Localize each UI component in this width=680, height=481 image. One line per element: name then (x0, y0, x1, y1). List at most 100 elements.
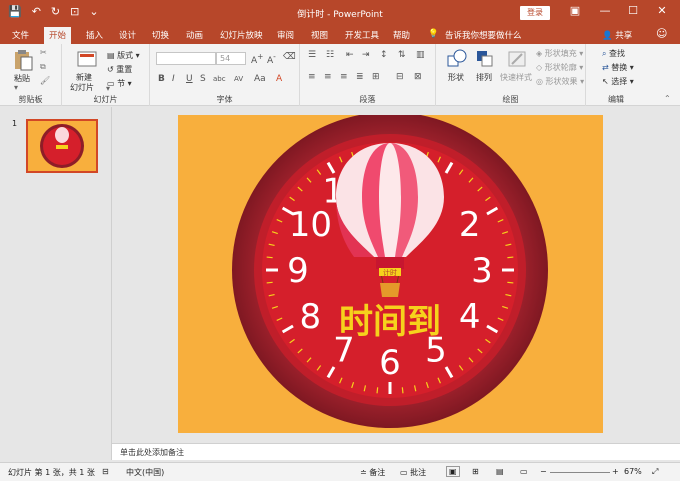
zoom-in-icon[interactable]: + (612, 467, 619, 476)
zoom-out-icon[interactable]: − (540, 467, 547, 476)
bullets-icon[interactable]: ☰ (308, 50, 316, 60)
section-button[interactable]: ▭ 节 ▾ (107, 78, 132, 89)
clipboard-group-label: 剪贴板 (18, 95, 43, 104)
align-right-icon[interactable]: ≡ (340, 72, 348, 82)
cut-icon[interactable]: ✂ (40, 48, 47, 57)
arrange-label[interactable]: 排列 (476, 72, 492, 83)
smiley-icon[interactable]: ☺ (656, 27, 667, 40)
slide-canvas[interactable]: 12234567891011 计时 时间到 (178, 115, 603, 433)
shadow-button[interactable]: abc (213, 75, 226, 83)
tab-animations[interactable]: 动画 (186, 29, 203, 41)
smartart-icon[interactable]: ⊠ (414, 72, 422, 82)
share-button[interactable]: 👤 共享 (602, 29, 632, 41)
new-slide-label-2[interactable]: 幻灯片 (70, 82, 94, 93)
editing-group: ⌕ 查找 ⇄ 替换 ▾ ↖ 选择 ▾ 编辑 (586, 44, 646, 106)
clock-number-4: 4 (459, 297, 481, 337)
increase-font-icon[interactable]: A+ (251, 52, 263, 66)
slide-thumbnail-pane: 1 (0, 107, 111, 460)
maximize-icon[interactable]: ☐ (623, 4, 643, 17)
text-direction-icon[interactable]: ⇅ (398, 50, 406, 60)
align-center-icon[interactable]: ≡ (324, 72, 332, 82)
find-button[interactable]: ⌕ 查找 (602, 48, 625, 59)
underline-button[interactable]: U (186, 74, 193, 84)
distributed-icon[interactable]: ⊞ (372, 72, 380, 82)
columns-icon[interactable]: ▥ (416, 50, 425, 60)
paste-dropdown-icon[interactable]: ▾ (14, 83, 18, 92)
decrease-indent-icon[interactable]: ⇤ (346, 50, 354, 60)
slide-counter: 幻灯片 第 1 张，共 1 张 (8, 468, 95, 477)
paragraph-group: ☰ ☷ ⇤ ⇥ ↕ ⇅ ▥ ≡ ≡ ≡ ≣ ⊞ ⊟ ⊠ 段落 (300, 44, 436, 106)
arrange-icon[interactable] (474, 48, 496, 70)
reset-icon: ↺ (107, 65, 114, 74)
font-group: 54 A+ A- ⌫ B I U S abc AV Aa A 字体 (150, 44, 300, 106)
balloon-basket (380, 283, 400, 297)
zoom-level[interactable]: 67% (624, 467, 642, 476)
shape-outline-button[interactable]: ◇ 形状轮廓 ▾ (536, 62, 583, 73)
tell-me-search[interactable]: 告诉我你想要做什么 (445, 29, 522, 41)
change-case-button[interactable]: Aa (254, 74, 266, 84)
reset-button[interactable]: ↺ 重置 (107, 64, 132, 75)
tab-file[interactable]: 文件 (12, 29, 29, 41)
tab-transitions[interactable]: 切换 (152, 29, 169, 41)
font-color-button[interactable]: A (276, 74, 282, 84)
collapse-ribbon-icon[interactable]: ⌃ (664, 94, 671, 103)
format-painter-icon[interactable]: 🖌 (40, 76, 50, 85)
tab-design[interactable]: 设计 (119, 29, 136, 41)
times-up-text: 时间到 (339, 302, 441, 342)
increase-indent-icon[interactable]: ⇥ (362, 50, 370, 60)
strikethrough-button[interactable]: S (200, 74, 206, 84)
language-indicator[interactable]: 中文(中国) (126, 467, 164, 478)
paste-icon[interactable] (12, 49, 34, 71)
layout-button[interactable]: ▤ 版式 ▾ (107, 50, 140, 61)
ribbon-tabs: 文件 开始 插入 设计 切换 动画 幻灯片放映 审阅 视图 开发工具 帮助 💡 … (0, 26, 680, 44)
shapes-label[interactable]: 形状 (448, 72, 464, 83)
tab-review[interactable]: 审阅 (277, 29, 294, 41)
numbering-icon[interactable]: ☷ (326, 50, 334, 60)
replace-button[interactable]: ⇄ 替换 ▾ (602, 62, 634, 73)
slides-group: 新建 幻灯片 ▾ ▤ 版式 ▾ ↺ 重置 ▭ 节 ▾ 幻灯片 (62, 44, 150, 106)
notes-toggle[interactable]: ≐ 备注 (360, 467, 385, 478)
close-icon[interactable]: ✕ (652, 4, 672, 17)
login-button[interactable]: 登录 (520, 6, 550, 20)
bold-button[interactable]: B (158, 74, 165, 84)
comments-toggle[interactable]: ▭ 批注 (400, 467, 426, 478)
ribbon-display-icon[interactable]: ▣ (565, 4, 585, 17)
tab-home[interactable]: 开始 (44, 27, 72, 44)
normal-view-icon[interactable]: ▣ (446, 466, 460, 477)
reading-view-icon[interactable]: ▤ (496, 467, 504, 476)
decrease-font-icon[interactable]: A- (267, 52, 276, 66)
tab-developer[interactable]: 开发工具 (345, 29, 379, 41)
tab-slideshow[interactable]: 幻灯片放映 (220, 29, 263, 41)
slideshow-icon[interactable]: ▭ (520, 467, 528, 476)
align-text-icon[interactable]: ⊟ (396, 72, 404, 82)
font-name-combo[interactable] (156, 52, 216, 65)
balloon-skirt (376, 257, 404, 269)
shapes-icon[interactable] (446, 48, 468, 70)
spellcheck-icon[interactable]: ⊟ (102, 467, 109, 476)
align-left-icon[interactable]: ≡ (308, 72, 316, 82)
quick-styles-icon[interactable] (506, 48, 528, 70)
tab-insert[interactable]: 插入 (86, 29, 103, 41)
justify-icon[interactable]: ≣ (356, 72, 364, 82)
new-slide-icon[interactable] (76, 48, 98, 70)
italic-button[interactable]: I (172, 74, 175, 84)
notes-pane[interactable]: 单击此处添加备注 (112, 443, 680, 460)
quick-styles-label[interactable]: 快速样式 (500, 72, 532, 83)
clear-formatting-icon[interactable]: ⌫ (283, 52, 296, 62)
select-button[interactable]: ↖ 选择 ▾ (602, 76, 634, 87)
tab-help[interactable]: 帮助 (393, 29, 410, 41)
copy-icon[interactable]: ⧉ (40, 62, 46, 72)
person-icon: 👤 (602, 31, 613, 41)
zoom-slider[interactable] (550, 472, 610, 473)
minimize-icon[interactable]: — (595, 4, 615, 17)
line-spacing-icon[interactable]: ↕ (380, 50, 388, 60)
tab-view[interactable]: 视图 (311, 29, 328, 41)
select-icon: ↖ (602, 77, 609, 86)
char-spacing-button[interactable]: AV (234, 75, 243, 83)
fit-to-window-icon[interactable]: ⤢ (652, 467, 658, 477)
slide-sorter-icon[interactable]: ⊞ (472, 467, 479, 476)
shape-fill-button[interactable]: ◈ 形状填充 ▾ (536, 48, 583, 59)
shape-effects-button[interactable]: ◎ 形状效果 ▾ (536, 76, 584, 87)
font-size-combo[interactable]: 54 (216, 52, 246, 65)
slide-thumbnail[interactable] (26, 119, 98, 173)
